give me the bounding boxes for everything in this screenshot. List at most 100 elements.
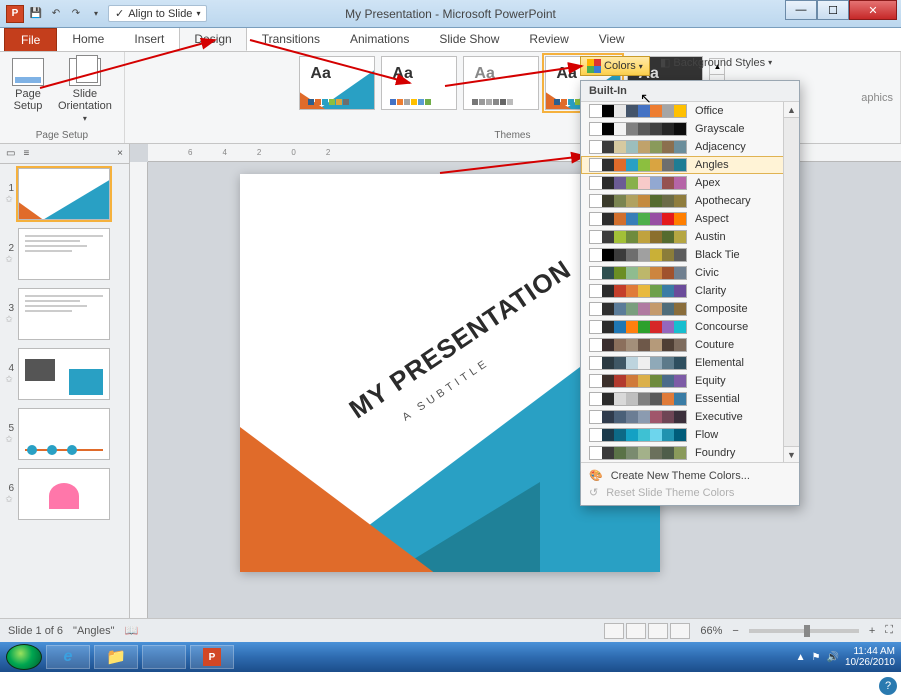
slideshow-view-button[interactable] [670, 623, 690, 639]
color-scheme-item[interactable]: Black Tie [581, 246, 799, 264]
color-scheme-item[interactable]: Apex [581, 174, 799, 192]
color-scheme-item[interactable]: Executive [581, 408, 799, 426]
taskbar-powerpoint[interactable]: P [190, 645, 234, 669]
maximize-button[interactable]: ☐ [817, 0, 849, 20]
bgstyles-label: Background Styles [673, 57, 765, 69]
page-setup-icon [12, 58, 44, 86]
slide-thumbnail[interactable]: 2✩ [0, 224, 129, 284]
tab-insert[interactable]: Insert [119, 27, 179, 51]
color-scheme-item[interactable]: Aspect [581, 210, 799, 228]
taskbar-explorer[interactable]: 📁 [94, 645, 138, 669]
reading-view-button[interactable] [648, 623, 668, 639]
taskbar-ie[interactable]: e [46, 645, 90, 669]
normal-view-button[interactable] [604, 623, 624, 639]
theme-thumb[interactable]: Aa [299, 56, 375, 110]
color-scheme-item[interactable]: Flow [581, 426, 799, 444]
color-scheme-label: Clarity [695, 285, 726, 297]
scroll-down-icon[interactable]: ▼ [784, 446, 799, 462]
slides-tab-icon[interactable]: ▭ [6, 148, 15, 159]
color-scheme-label: Essential [695, 393, 740, 405]
page-setup-label: Page Setup [14, 88, 43, 112]
scrollbar[interactable]: ▲ ▼ [783, 102, 799, 462]
system-tray[interactable]: ▲ ⚑ 🔊 11:44 AM 10/26/2010 [796, 646, 895, 668]
tab-home[interactable]: Home [57, 27, 119, 51]
color-scheme-item[interactable]: Equity [581, 372, 799, 390]
undo-icon[interactable]: ↶ [48, 6, 64, 22]
slides-panel: ▭ ≡ × 1✩2✩3✩4✩5✩6✩ [0, 144, 130, 618]
color-scheme-item[interactable]: Adjacency [581, 138, 799, 156]
status-bar: Slide 1 of 6 "Angles" 📖 66% − + ⛶ [0, 618, 901, 642]
panel-close-icon[interactable]: × [117, 148, 123, 159]
background-styles-button[interactable]: ◧ Background Styles ▾ [660, 56, 772, 69]
slide-thumbnail[interactable]: 6✩ [0, 464, 129, 524]
color-scheme-label: Executive [695, 411, 743, 423]
color-scheme-item[interactable]: Couture [581, 336, 799, 354]
taskbar-unknown[interactable] [142, 645, 186, 669]
tray-up-icon[interactable]: ▲ [796, 652, 806, 663]
redo-icon[interactable]: ↷ [68, 6, 84, 22]
align-label: Align to Slide [128, 8, 192, 20]
save-icon[interactable]: 💾 [28, 6, 44, 22]
color-scheme-label: Grayscale [695, 123, 745, 135]
color-scheme-item[interactable]: Austin [581, 228, 799, 246]
color-swatch-strip [589, 122, 687, 136]
tab-view[interactable]: View [584, 27, 640, 51]
outline-tab-icon[interactable]: ≡ [23, 148, 29, 159]
tray-flag-icon[interactable]: ⚑ [812, 652, 821, 663]
sorter-view-button[interactable] [626, 623, 646, 639]
color-scheme-item[interactable]: Grayscale [581, 120, 799, 138]
color-scheme-item[interactable]: Foundry [581, 444, 799, 462]
color-scheme-item[interactable]: Angles [581, 156, 799, 174]
minimize-button[interactable]: — [785, 0, 817, 20]
orientation-label: Slide Orientation [58, 88, 112, 112]
qat-more-icon[interactable]: ▾ [88, 6, 104, 22]
theme-thumb[interactable]: Aa [381, 56, 457, 110]
help-button[interactable]: ? [879, 677, 897, 695]
theme-name: "Angles" [73, 625, 114, 637]
tab-slide-show[interactable]: Slide Show [424, 27, 514, 51]
color-scheme-item[interactable]: Civic [581, 264, 799, 282]
colors-button[interactable]: Colors ▾ [580, 56, 650, 76]
taskbar: e 📁 P ▲ ⚑ 🔊 11:44 AM 10/26/2010 [0, 642, 901, 672]
slide-thumbnail[interactable]: 1✩ [0, 164, 129, 224]
close-button[interactable]: ✕ [849, 0, 897, 20]
tab-design[interactable]: Design [179, 27, 246, 51]
theme-thumb[interactable]: Aa [463, 56, 539, 110]
color-scheme-item[interactable]: Elemental [581, 354, 799, 372]
scroll-up-icon[interactable]: ▲ [784, 102, 799, 118]
color-scheme-label: Office [695, 105, 724, 117]
color-scheme-label: Angles [695, 159, 729, 171]
color-scheme-item[interactable]: Office [581, 102, 799, 120]
zoom-value[interactable]: 66% [700, 625, 722, 637]
color-scheme-item[interactable]: Clarity [581, 282, 799, 300]
color-scheme-item[interactable]: Composite [581, 300, 799, 318]
clock[interactable]: 11:44 AM 10/26/2010 [845, 646, 895, 668]
align-to-slide-toggle[interactable]: ✓ Align to Slide ▾ [108, 5, 207, 22]
slide-thumbnail[interactable]: 5✩ [0, 404, 129, 464]
fit-window-icon[interactable]: ⛶ [885, 624, 893, 637]
color-swatch-strip [589, 302, 687, 316]
slide-orientation-button[interactable]: Slide Orientation ▾ [54, 56, 116, 125]
slide-thumbnail[interactable]: 4✩ [0, 344, 129, 404]
tray-network-icon[interactable]: 🔊 [826, 652, 838, 663]
color-scheme-label: Flow [695, 429, 718, 441]
zoom-slider[interactable] [749, 629, 859, 633]
tab-animations[interactable]: Animations [335, 27, 424, 51]
color-scheme-item[interactable]: Apothecary [581, 192, 799, 210]
slide-thumbnail[interactable]: 3✩ [0, 284, 129, 344]
quick-access-toolbar: P 💾 ↶ ↷ ▾ ✓ Align to Slide ▾ [0, 5, 207, 23]
create-new-theme-colors[interactable]: 🎨 Create New Theme Colors... [581, 467, 799, 484]
tab-transitions[interactable]: Transitions [247, 27, 335, 51]
page-setup-button[interactable]: Page Setup [8, 56, 48, 125]
start-button[interactable] [6, 644, 42, 670]
spellcheck-icon[interactable]: 📖 [125, 624, 139, 637]
file-tab[interactable]: File [4, 28, 57, 51]
color-swatch-strip [589, 410, 687, 424]
tab-review[interactable]: Review [514, 27, 583, 51]
color-scheme-label: Civic [695, 267, 719, 279]
color-scheme-item[interactable]: Essential [581, 390, 799, 408]
zoom-out-icon[interactable]: − [732, 625, 738, 637]
zoom-in-icon[interactable]: + [869, 625, 875, 637]
color-scheme-item[interactable]: Concourse [581, 318, 799, 336]
reset-icon: ↺ [589, 486, 598, 499]
